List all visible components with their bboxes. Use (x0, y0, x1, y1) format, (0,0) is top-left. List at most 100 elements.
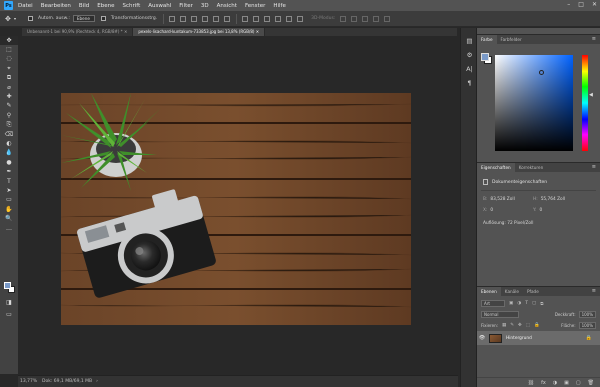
path-select-tool-icon[interactable]: ➤ (0, 186, 18, 195)
zoom-level[interactable]: 13,77% (18, 379, 42, 384)
align-bottom-icon[interactable] (224, 16, 230, 22)
3d-rotate-icon[interactable] (340, 16, 346, 22)
layer-mask-icon[interactable]: ▣ (564, 380, 569, 386)
screen-mode-icon[interactable]: ▭ (0, 310, 18, 319)
height-value[interactable]: 55,764 Zoll (541, 197, 565, 202)
filter-shape-icon[interactable]: ▢ (532, 301, 536, 306)
3d-roll-icon[interactable] (351, 16, 357, 22)
distribute-right-icon[interactable] (297, 16, 303, 22)
paragraph-icon[interactable]: ¶ (461, 76, 478, 90)
marquee-tool-icon[interactable]: ⬚ (0, 45, 18, 54)
menu-fenster[interactable]: Fenster (245, 3, 265, 9)
tab-farbe[interactable]: Farbe (477, 35, 497, 44)
filter-adjust-icon[interactable]: ◑ (517, 301, 521, 306)
fill-input[interactable]: 100% (579, 322, 596, 329)
quick-mask-icon[interactable]: ◨ (0, 298, 18, 307)
tab-eigenschaften[interactable]: Eigenschaften (477, 163, 515, 172)
rectangle-tool-icon[interactable]: ▭ (0, 196, 18, 205)
blur-tool-icon[interactable]: 💧 (0, 149, 18, 158)
foreground-color-swatch[interactable] (481, 53, 489, 61)
close-button[interactable]: ✕ (592, 1, 597, 8)
align-left-icon[interactable] (169, 16, 175, 22)
chevron-right-icon[interactable]: › (96, 379, 98, 384)
move-tool-icon[interactable]: ✥ (0, 36, 18, 45)
menu-datei[interactable]: Datei (18, 3, 33, 9)
minimize-button[interactable]: – (567, 1, 570, 8)
panel-menu-icon[interactable]: ≡ (592, 164, 596, 170)
menu-ansicht[interactable]: Ansicht (217, 3, 237, 9)
chevron-down-icon[interactable]: ▾ (14, 15, 22, 23)
eye-icon[interactable]: 👁 (477, 335, 487, 341)
history-brush-tool-icon[interactable]: ⎘ (0, 121, 18, 130)
menu-schrift[interactable]: Schrift (122, 3, 140, 9)
blend-mode-dropdown[interactable]: Normal (481, 311, 519, 318)
distribute-center-icon[interactable] (286, 16, 292, 22)
distribute-middle-icon[interactable] (253, 16, 259, 22)
filter-pixel-icon[interactable]: ▣ (509, 301, 513, 306)
tab-pfade[interactable]: Pfade (523, 287, 543, 296)
menu-bild[interactable]: Bild (79, 3, 89, 9)
align-right-icon[interactable] (191, 16, 197, 22)
close-icon[interactable]: ✕ (124, 29, 127, 34)
menu-auswahl[interactable]: Auswahl (148, 3, 171, 9)
clone-stamp-tool-icon[interactable]: ⚲ (0, 111, 18, 120)
layer-row-hintergrund[interactable]: 👁 Hintergrund 🔒 (477, 331, 600, 345)
history-icon[interactable]: ▤ (461, 34, 478, 48)
foreground-color-swatch[interactable] (4, 282, 11, 289)
crop-tool-icon[interactable]: ⧉ (0, 74, 18, 83)
layer-filter-dropdown[interactable]: Art (481, 300, 505, 307)
y-value[interactable]: 0 (540, 208, 543, 213)
distribute-left-icon[interactable] (275, 16, 281, 22)
layer-name[interactable]: Hintergrund (506, 336, 532, 341)
layer-style-icon[interactable]: fx (541, 380, 546, 386)
3d-scale-icon[interactable] (384, 16, 390, 22)
hue-slider[interactable] (582, 55, 588, 151)
align-top-icon[interactable] (202, 16, 208, 22)
menu-3d[interactable]: 3D (201, 3, 209, 9)
link-layers-icon[interactable]: ⛓ (528, 380, 534, 386)
lock-pixels-icon[interactable]: ▦ (502, 323, 506, 328)
width-value[interactable]: 83,528 Zoll (490, 197, 514, 202)
lock-artboard-icon[interactable]: ⬚ (526, 323, 530, 328)
document-image[interactable] (61, 93, 411, 325)
tab-ebenen[interactable]: Ebenen (477, 287, 501, 296)
lock-position-icon[interactable]: ✥ (518, 323, 522, 328)
3d-pan-icon[interactable] (362, 16, 368, 22)
trash-icon[interactable]: 🗑 (588, 380, 594, 386)
character-icon[interactable]: A| (461, 62, 478, 76)
hand-tool-icon[interactable]: ✋ (0, 205, 18, 214)
panel-menu-icon[interactable]: ≡ (592, 36, 596, 42)
color-picker-field[interactable] (495, 55, 573, 151)
auto-select-dropdown[interactable]: Ebene (73, 15, 95, 22)
tab-unbenannt[interactable]: Unbenannt-1 bei 90,9% (Rechteck 4, RGB/8… (22, 28, 133, 36)
distribute-bottom-icon[interactable] (264, 16, 270, 22)
tab-pexels-image[interactable]: pexels-lisachard-kuntakum-733853.jpg bei… (133, 28, 265, 36)
pen-tool-icon[interactable]: ✒ (0, 167, 18, 176)
align-center-icon[interactable] (180, 16, 186, 22)
menu-ebene[interactable]: Ebene (97, 3, 114, 9)
eraser-tool-icon[interactable]: ⌫ (0, 130, 18, 139)
adjustment-layer-icon[interactable]: ◑ (553, 380, 557, 386)
new-layer-icon[interactable]: ▢ (576, 380, 581, 386)
lock-all-icon[interactable]: 🔒 (534, 323, 540, 328)
dodge-tool-icon[interactable]: ● (0, 158, 18, 167)
filter-type-icon[interactable]: T (525, 301, 528, 306)
gradient-tool-icon[interactable]: ◐ (0, 139, 18, 148)
menu-hilfe[interactable]: Hilfe (273, 3, 286, 9)
tab-kanaele[interactable]: Kanäle (501, 287, 523, 296)
move-tool-icon[interactable]: ✥ (5, 15, 13, 23)
properties-icon[interactable]: ⚙ (461, 48, 478, 62)
maximize-button[interactable]: □ (578, 1, 584, 8)
auto-select-checkbox[interactable] (28, 16, 33, 21)
transform-checkbox[interactable] (101, 16, 106, 21)
opacity-input[interactable]: 100% (579, 311, 596, 318)
distribute-top-icon[interactable] (242, 16, 248, 22)
x-value[interactable]: 0 (490, 208, 493, 213)
3d-slide-icon[interactable] (373, 16, 379, 22)
panel-menu-icon[interactable]: ≡ (592, 288, 596, 294)
lock-paint-icon[interactable]: ✎ (510, 323, 514, 328)
more-tools-icon[interactable]: … (0, 224, 18, 233)
align-middle-icon[interactable] (213, 16, 219, 22)
hue-slider-handle-icon[interactable]: ◀ (589, 92, 593, 98)
quick-select-tool-icon[interactable]: ⌖ (0, 64, 18, 73)
